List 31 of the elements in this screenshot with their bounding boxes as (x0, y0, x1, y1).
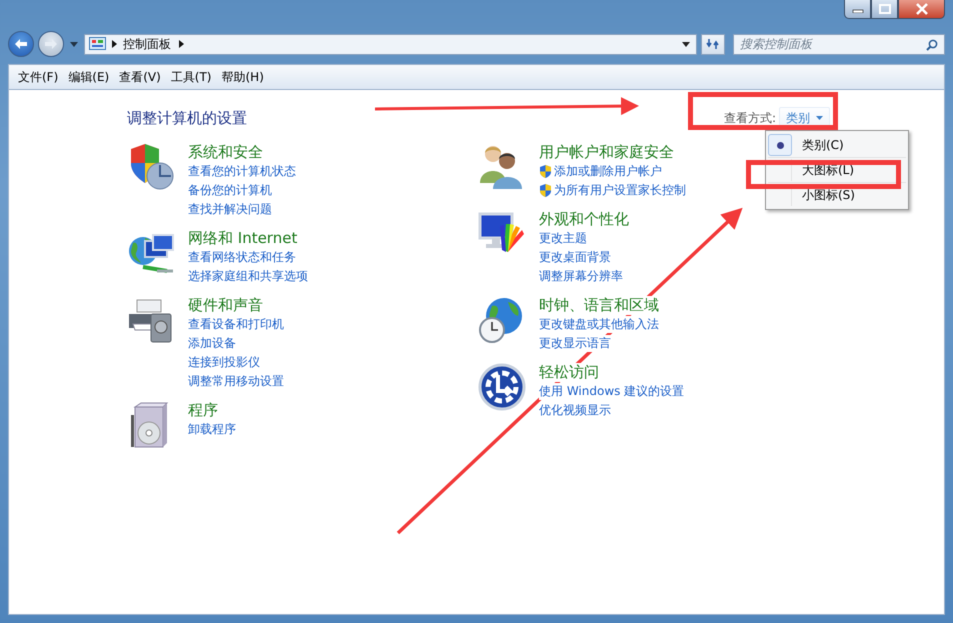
task-link[interactable]: 为所有用户设置家长控制 (554, 182, 686, 199)
menu-item[interactable]: 编辑(E) (63, 68, 114, 86)
task-link[interactable]: 更改显示语言 (539, 335, 611, 352)
task-link[interactable]: 查找并解决问题 (188, 201, 272, 218)
category-link[interactable]: 外观和个性化 (539, 210, 629, 229)
task-link[interactable]: 优化视频显示 (539, 402, 611, 419)
view-menu-item[interactable]: 类别(C) (768, 133, 906, 157)
task-link[interactable]: 更改桌面背景 (539, 249, 611, 266)
menu-item[interactable]: 工具(T) (166, 68, 216, 86)
category-link[interactable]: 时钟、语言和区域 (539, 296, 659, 315)
task-link[interactable]: 调整屏幕分辨率 (539, 268, 623, 285)
task-link[interactable]: 更改键盘或其他输入法 (539, 316, 659, 333)
task-link[interactable]: 查看设备和打印机 (188, 316, 284, 333)
task-link[interactable]: 添加或删除用户帐户 (554, 163, 662, 180)
breadcrumb-item[interactable]: 控制面板 (123, 36, 171, 52)
view-menu-item[interactable]: 小图标(S) (768, 182, 906, 207)
task-link[interactable]: 连接到投影仪 (188, 354, 260, 371)
menu-item[interactable]: 帮助(H) (216, 68, 269, 86)
menu-item[interactable]: 文件(F) (13, 68, 64, 86)
task-link[interactable]: 选择家庭组和共享选项 (188, 268, 308, 285)
page-heading: 调整计算机的设置 (127, 108, 247, 128)
task-link[interactable]: 查看您的计算机状态 (188, 163, 296, 180)
address-bar[interactable]: 控制面板 (84, 34, 697, 54)
task-link[interactable]: 更改主题 (539, 230, 587, 247)
task-link[interactable]: 调整常用移动设置 (188, 373, 284, 390)
task-link[interactable]: 使用 Windows 建议的设置 (539, 383, 684, 400)
menu-item[interactable]: 查看(V) (114, 68, 166, 86)
view-by-label: 查看方式: (724, 110, 776, 126)
task-link[interactable]: 备份您的计算机 (188, 182, 272, 199)
search-field[interactable]: 搜索控制面板 (733, 34, 945, 54)
task-link[interactable]: 查看网络状态和任务 (188, 249, 296, 266)
